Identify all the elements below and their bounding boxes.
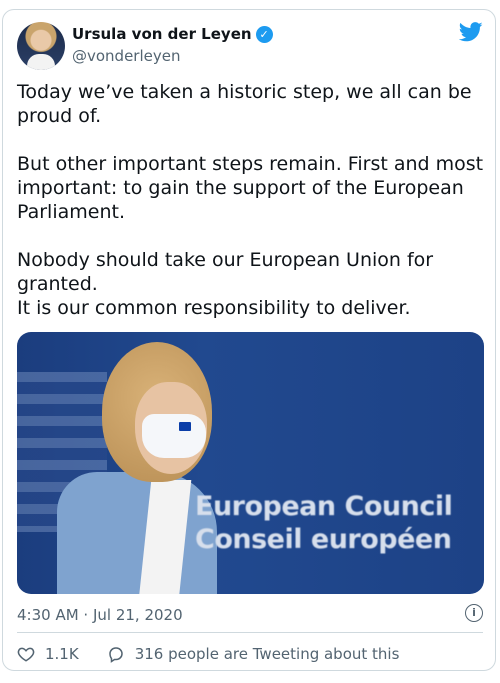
reply-bubble-icon <box>108 647 123 663</box>
conversation-text: 316 people are Tweeting about this <box>134 645 400 663</box>
verified-badge-icon: ✓ <box>255 25 273 43</box>
sign-line-2: Conseil européen <box>195 524 452 555</box>
tweet-header: Ursula von der Leyen ✓ @vonderleyen <box>17 22 483 72</box>
sign-line-1: European Council <box>195 491 453 522</box>
heart-icon <box>17 647 35 662</box>
divider <box>17 632 483 633</box>
tweet-text: Today we’ve taken a historic step, we al… <box>17 81 484 319</box>
author-name[interactable]: Ursula von der Leyen <box>72 25 252 43</box>
council-sign: European Council Conseil européen <box>195 490 453 556</box>
like-count: 1.1K <box>45 645 79 663</box>
tweet-actions: 1.1K 316 people are Tweeting about this <box>17 642 483 666</box>
tweet-timestamp[interactable]: 4:30 AM · Jul 21, 2020 <box>17 606 183 624</box>
author-name-row[interactable]: Ursula von der Leyen ✓ <box>72 25 273 43</box>
avatar[interactable] <box>17 22 65 70</box>
eu-flag-icon <box>179 422 191 431</box>
twitter-bird-icon[interactable] <box>459 22 483 42</box>
info-icon[interactable]: i <box>465 604 483 622</box>
face-mask <box>142 414 206 458</box>
like-button[interactable]: 1.1K <box>17 645 79 663</box>
tweet-card[interactable]: Ursula von der Leyen ✓ @vonderleyen Toda… <box>2 9 496 671</box>
conversation-link[interactable]: 316 people are Tweeting about this <box>107 645 400 663</box>
person-coat <box>57 472 217 594</box>
author-handle[interactable]: @vonderleyen <box>72 47 181 65</box>
tweet-photo[interactable]: European Council Conseil européen <box>17 332 484 594</box>
